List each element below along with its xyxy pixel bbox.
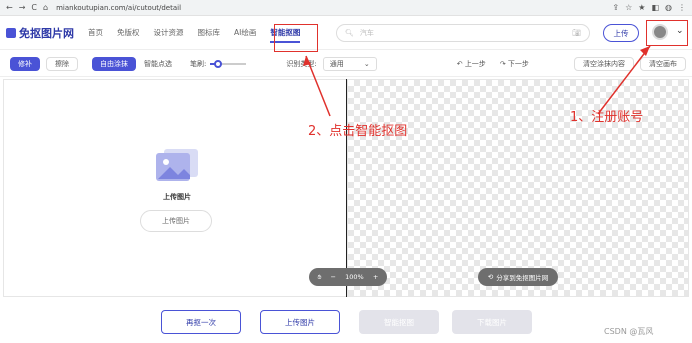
history-controls: ↶ 上一步 ↷ 下一步 [457,59,529,69]
browser-actions: ⇪ ☆ ★ ◧ ◍ ⋮ [612,3,692,12]
sidepanel-icon[interactable]: ◧ [651,3,659,12]
lock-icon: ⌂ [43,3,49,12]
source-canvas[interactable] [3,79,347,297]
action-bar: 再抠一次 上传图片 智能抠图 下载图片 [0,304,692,343]
smart-cutout-button[interactable]: 智能抠图 [359,310,439,334]
zoom-controls: ✋︎ − 100% + [309,268,387,286]
chevron-down-icon[interactable]: ⌄ [676,26,684,36]
free-brush-button[interactable]: 自由涂抹 [92,56,136,71]
clear-strokes-button[interactable]: 清空涂抹内容 [574,56,634,71]
brush-slider-handle[interactable] [213,59,222,68]
canvas-upload-button[interactable]: 上传图片 [140,210,212,232]
clear-canvas-button[interactable]: 清空画布 [640,56,686,71]
extension-icon[interactable]: ★ [638,3,645,12]
main-menu: 首页 免版权 设计资源 图标库 AI绘画 智能抠图 [88,27,301,43]
erase-button[interactable]: 擦除 [46,56,78,71]
clear-controls: 清空涂抹内容 清空画布 [574,56,692,71]
browser-nav: ← → C ⌂ [0,3,54,12]
repair-button[interactable]: 修补 [10,56,40,71]
hand-icon[interactable]: ✋︎ [318,273,322,282]
recognition-value: 通用 [329,59,344,68]
brush-slider[interactable] [210,59,247,68]
forward-icon[interactable]: → [19,3,26,12]
recognition-label: 识别类型: [286,59,317,68]
search-input[interactable]: 汽车 [360,28,572,38]
share-icon[interactable]: ⇪ [612,3,619,12]
download-button[interactable]: 下载图片 [452,310,532,334]
menu-item-free[interactable]: 免版权 [117,27,140,38]
menu-item-home[interactable]: 首页 [88,27,103,38]
watermark: CSDN @瓦风 [604,327,654,336]
zoom-in-icon[interactable]: + [373,273,378,281]
avatar[interactable] [652,24,668,40]
step1-annotation: 1、注册账号 [570,110,644,125]
recut-button[interactable]: 再抠一次 [161,310,241,334]
logo-icon [6,27,16,38]
step2-annotation: 2、点击智能抠图 [308,124,408,139]
zoom-out-icon[interactable]: − [331,273,336,281]
recognition-select[interactable]: 通用 ⌄ [322,56,377,71]
upload-button[interactable]: 上传 [603,24,639,42]
menu-item-icons[interactable]: 图标库 [198,27,221,38]
brush-label: 笔刷: [190,59,207,68]
address-bar[interactable]: miankoutupian.com/ai/cutout/detail [56,4,612,12]
brush-size-control: 笔刷: [190,59,247,69]
back-icon[interactable]: ← [6,3,13,12]
site-logo[interactable]: 免抠图片网 [6,25,74,41]
menu-icon[interactable]: ⋮ [678,3,686,12]
bookmark-icon[interactable]: ☆ [625,3,632,12]
camera-icon[interactable]: 📷︎ [572,29,581,37]
image-placeholder-icon [156,149,198,181]
menu-item-ai-draw[interactable]: AI绘画 [234,27,256,38]
zoom-level: 100% [345,273,364,281]
chevron-down-icon: ⌄ [363,59,370,68]
search-icon: 🔍︎ [345,29,354,37]
share-icon: ⟲ [487,273,494,281]
upload-image-button[interactable]: 上传图片 [260,310,340,334]
share-label: 分享到免抠图片网 [496,274,549,282]
browser-toolbar: ← → C ⌂ miankoutupian.com/ai/cutout/deta… [0,0,692,16]
compare-divider[interactable] [346,79,347,297]
recognition-type: 识别类型: 通用 ⌄ [286,56,377,71]
upload-title: 上传图片 [163,193,191,201]
search-bar[interactable]: 🔍︎ 汽车 📷︎ [336,24,590,42]
share-button[interactable]: ⟲ 分享到免抠图片网 [478,268,558,286]
redo-button[interactable]: ↷ 下一步 [500,59,529,69]
logo-text: 免抠图片网 [19,26,74,40]
smart-select-button[interactable]: 智能点选 [136,57,180,71]
highlight-box-smart-cutout [274,24,318,52]
menu-item-design[interactable]: 设计资源 [154,27,184,38]
reload-icon[interactable]: C [31,3,37,12]
profile-icon[interactable]: ◍ [665,3,672,12]
undo-button[interactable]: ↶ 上一步 [457,59,486,69]
edit-toolbar: 修补 擦除 自由涂抹 智能点选 笔刷: 识别类型: 通用 ⌄ ↶ 上一步 ↷ 下… [0,51,692,77]
